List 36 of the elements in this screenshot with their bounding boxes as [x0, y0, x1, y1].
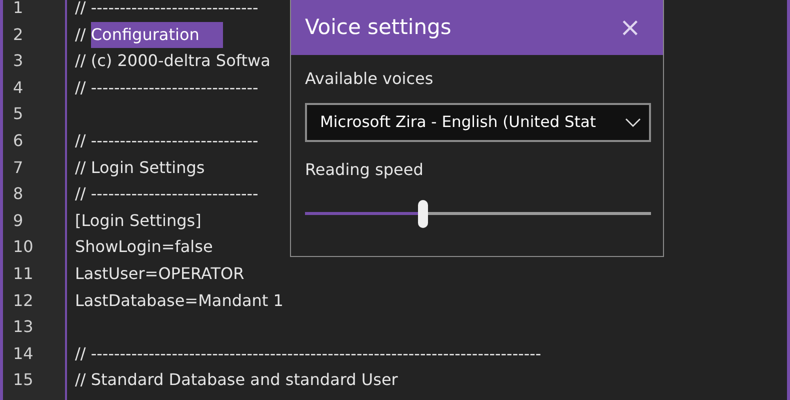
line-number: 9 — [12, 210, 24, 232]
dialog-title: Voice settings — [305, 14, 452, 41]
line-number: 3 — [12, 50, 24, 72]
line-number: 10 — [12, 236, 34, 258]
code-line: LastUser=OPERATOR — [75, 262, 244, 285]
code-line: ShowLogin=false — [75, 236, 213, 258]
line-number: 2 — [12, 24, 24, 46]
line-number: 4 — [12, 76, 24, 99]
voice-dropdown[interactable]: Microsoft Zira - English (United Stat — [305, 103, 651, 142]
line-number: 6 — [12, 130, 24, 152]
code-line: // ----------------------------- — [75, 76, 258, 99]
code-line: // ----------------------------- — [75, 183, 258, 206]
code-line: [Login Settings] — [75, 210, 202, 232]
line-number: 5 — [12, 103, 24, 126]
field-label: Available voices — [305, 68, 434, 90]
selected-text: Configuration — [90, 22, 224, 48]
chevron-down-icon — [625, 118, 641, 127]
code-line: // — [75, 24, 87, 46]
code-line: // ----------------------------- — [75, 0, 258, 19]
code-line: // Standard Database and standard User — [75, 369, 398, 392]
code-line: // ----------------------------- — [75, 130, 258, 152]
line-number: 15 — [12, 369, 34, 392]
slider-thumb[interactable] — [418, 200, 428, 228]
field-label: Reading speed — [305, 159, 424, 181]
line-number: 8 — [12, 183, 24, 206]
line-number: 1 — [12, 0, 24, 19]
code-line: LastDatabase=Mandant 1 — [75, 290, 284, 312]
code-line: // (c) 2000-deltra Softwa — [75, 50, 270, 72]
line-number: 11 — [12, 262, 34, 285]
code-line: // ------------------------------------------------------------------------------ — [75, 342, 542, 365]
close-button[interactable]: × — [615, 14, 645, 40]
line-number: 14 — [12, 342, 34, 365]
line-number: 7 — [12, 156, 24, 179]
line-number: 13 — [12, 316, 34, 338]
line-number: 12 — [12, 290, 34, 312]
code-line: // Login Settings — [75, 156, 205, 179]
